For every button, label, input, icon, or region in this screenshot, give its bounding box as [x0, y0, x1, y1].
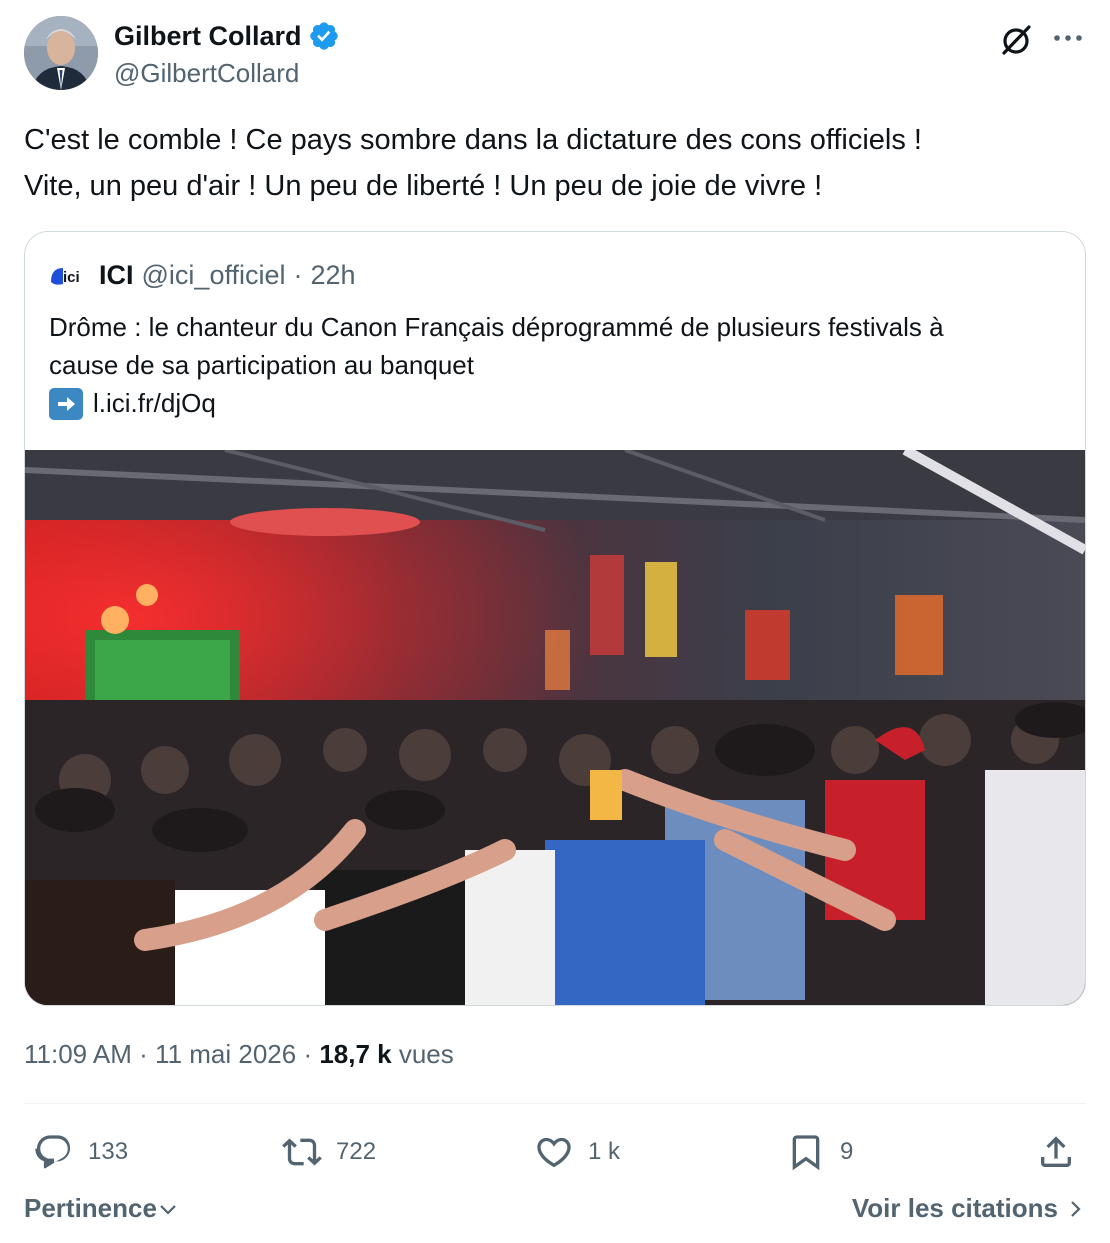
tweet-line: C'est le comble ! Ce pays sombre dans la… [24, 124, 922, 156]
separator-dot: · [293, 260, 303, 290]
reply-icon [35, 1135, 71, 1169]
like-button[interactable]: 1 k [534, 1126, 620, 1178]
tweet-header: Gilbert Collard @GilbertCollard [24, 16, 1086, 92]
quoted-header: ici ICI @ici_officiel · 22h [49, 260, 356, 291]
arrow-right-icon [49, 388, 83, 420]
chevron-down-icon [160, 1204, 176, 1215]
views-label: vues [391, 1039, 454, 1069]
repost-button[interactable]: 722 [282, 1126, 376, 1178]
more-icon[interactable] [1050, 20, 1086, 56]
display-name[interactable]: Gilbert Collard [114, 21, 302, 52]
quoted-line: cause de sa participation au banquet [49, 350, 474, 380]
views-count: 18,7 k [319, 1039, 392, 1069]
divider [24, 1103, 1086, 1104]
share-button[interactable] [1036, 1126, 1090, 1178]
view-quotes-link[interactable]: Voir les citations [852, 1193, 1086, 1224]
chevron-right-icon [1071, 1200, 1081, 1217]
quoted-time[interactable]: 22h [310, 260, 355, 291]
share-icon [1041, 1136, 1071, 1167]
like-icon [537, 1137, 571, 1168]
bookmark-icon [792, 1135, 820, 1171]
quoted-tweet[interactable]: ici ICI @ici_officiel · 22h Drôme : le c… [24, 231, 1086, 1006]
tweet-text: C'est le comble ! Ce pays sombre dans la… [24, 117, 1084, 209]
quoted-handle[interactable]: @ici_officiel [142, 260, 286, 291]
like-count: 1 k [588, 1138, 621, 1165]
repost-icon [282, 1138, 322, 1166]
bookmark-count: 9 [840, 1138, 854, 1165]
bookmark-button[interactable]: 9 [786, 1126, 853, 1178]
tweet-time[interactable]: 11:09 AM [24, 1039, 132, 1069]
action-bar: 133 722 1 k 9 [24, 1126, 1086, 1178]
ici-logo: ici [51, 267, 80, 286]
quoted-name[interactable]: ICI [99, 260, 134, 291]
view-quotes-label: Voir les citations [851, 1193, 1058, 1223]
quoted-link[interactable]: l.ici.fr/djOq [93, 384, 216, 422]
avatar[interactable] [24, 16, 98, 90]
grok-icon[interactable] [998, 22, 1034, 58]
author-handle[interactable]: @GilbertCollard [114, 58, 299, 89]
svg-text:ici: ici [63, 269, 80, 286]
tweet-meta: 11:09 AM · 11 mai 2026 · 18,7 k vues [24, 1039, 454, 1070]
meta-separator: · [296, 1039, 320, 1069]
quoted-line: Drôme : le chanteur du Canon Français dé… [49, 312, 944, 342]
sort-label: Pertinence [24, 1193, 157, 1223]
reply-button[interactable]: 133 [34, 1126, 128, 1178]
sort-dropdown[interactable]: Pertinence [24, 1193, 179, 1224]
repost-count: 722 [336, 1138, 377, 1165]
tweet-date[interactable]: 11 mai 2026 [155, 1039, 296, 1069]
tweet-line: Vite, un peu d'air ! Un peu de liberté !… [24, 170, 823, 202]
verified-icon [309, 22, 338, 50]
crowd-photo[interactable] [25, 445, 1085, 1005]
meta-separator: · [131, 1039, 156, 1069]
reply-count: 133 [88, 1138, 129, 1165]
quoted-text: Drôme : le chanteur du Canon Français dé… [49, 308, 1059, 422]
